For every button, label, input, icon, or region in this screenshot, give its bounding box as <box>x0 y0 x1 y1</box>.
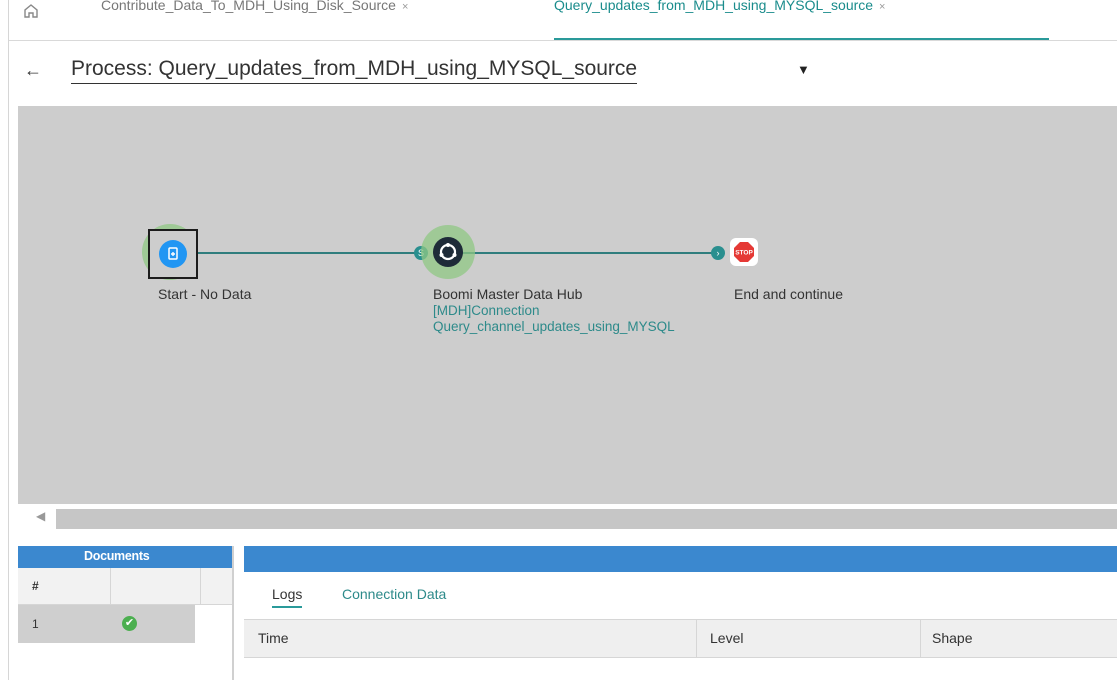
scrollbar-thumb[interactable] <box>56 509 1117 529</box>
connector-line <box>194 252 416 254</box>
logs-table-header: Time Level Shape <box>244 619 1117 658</box>
logs-tabs: Logs Connection Data <box>244 572 1117 618</box>
document-icon <box>159 240 187 268</box>
document-row-number: 1 <box>32 617 39 631</box>
mdh-shape-label: Boomi Master Data Hub <box>433 286 583 302</box>
close-icon[interactable]: × <box>879 1 885 13</box>
process-header: ← Process: Query_updates_from_MDH_using_… <box>9 42 1117 104</box>
documents-header: Documents <box>18 546 234 568</box>
mdh-connection-label: [MDH]Connection <box>433 303 540 318</box>
mdh-connector-icon[interactable] <box>433 237 463 267</box>
home-icon[interactable] <box>23 4 39 21</box>
tab-connection-data[interactable]: Connection Data <box>342 586 446 602</box>
column-shape[interactable]: Shape <box>932 630 972 646</box>
scroll-left-icon[interactable]: ◀ <box>36 509 45 523</box>
stop-icon-text: STOP <box>735 250 753 257</box>
tab-query-updates[interactable]: Query_updates_from_MDH_using_MYSQL_sourc… <box>554 0 1049 40</box>
stop-icon[interactable]: STOP <box>730 238 758 266</box>
documents-title: Documents <box>84 549 150 563</box>
document-row[interactable]: 1 ✔ <box>18 605 195 643</box>
column-divider <box>110 568 111 604</box>
connector-line <box>454 252 716 254</box>
chevron-down-icon[interactable]: ▼ <box>797 62 810 77</box>
panel-resize-handle[interactable] <box>232 546 234 680</box>
logs-panel: Logs Connection Data Time Level Shape <box>244 546 1117 680</box>
canvas-horizontal-scrollbar[interactable]: ◀ <box>18 506 1117 532</box>
tab-label: Query_updates_from_MDH_using_MYSQL_sourc… <box>554 0 874 13</box>
documents-column-header: # <box>18 568 234 605</box>
column-level[interactable]: Level <box>710 630 743 646</box>
logs-header-bar <box>244 546 1117 572</box>
connector-dot[interactable]: › <box>711 246 725 260</box>
documents-column-number: # <box>32 579 39 593</box>
tab-logs[interactable]: Logs <box>272 586 303 608</box>
start-shape-label: Start - No Data <box>158 286 252 302</box>
column-divider <box>696 620 697 657</box>
stop-shape-label: End and continue <box>734 286 843 302</box>
left-edge <box>0 0 9 680</box>
check-icon: ✔ <box>122 616 137 631</box>
tab-strip: Contribute_Data_To_MDH_Using_Disk_Source… <box>9 0 1117 41</box>
column-divider <box>200 568 201 604</box>
back-arrow-icon[interactable]: ← <box>24 60 42 81</box>
column-divider <box>920 620 921 657</box>
documents-panel: Documents # 1 ✔ <box>18 546 234 680</box>
close-icon[interactable]: × <box>402 1 408 13</box>
process-title[interactable]: Process: Query_updates_from_MDH_using_MY… <box>71 57 638 84</box>
column-time[interactable]: Time <box>258 630 289 646</box>
mdh-operation-label: Query_channel_updates_using_MYSQL <box>433 319 675 334</box>
start-shape[interactable] <box>148 229 198 279</box>
tab-contribute-data[interactable]: Contribute_Data_To_MDH_Using_Disk_Source… <box>101 0 541 32</box>
process-canvas[interactable]: Start - No Data S Boomi Master Data Hub … <box>18 106 1117 504</box>
tab-label: Contribute_Data_To_MDH_Using_Disk_Source <box>101 0 396 13</box>
